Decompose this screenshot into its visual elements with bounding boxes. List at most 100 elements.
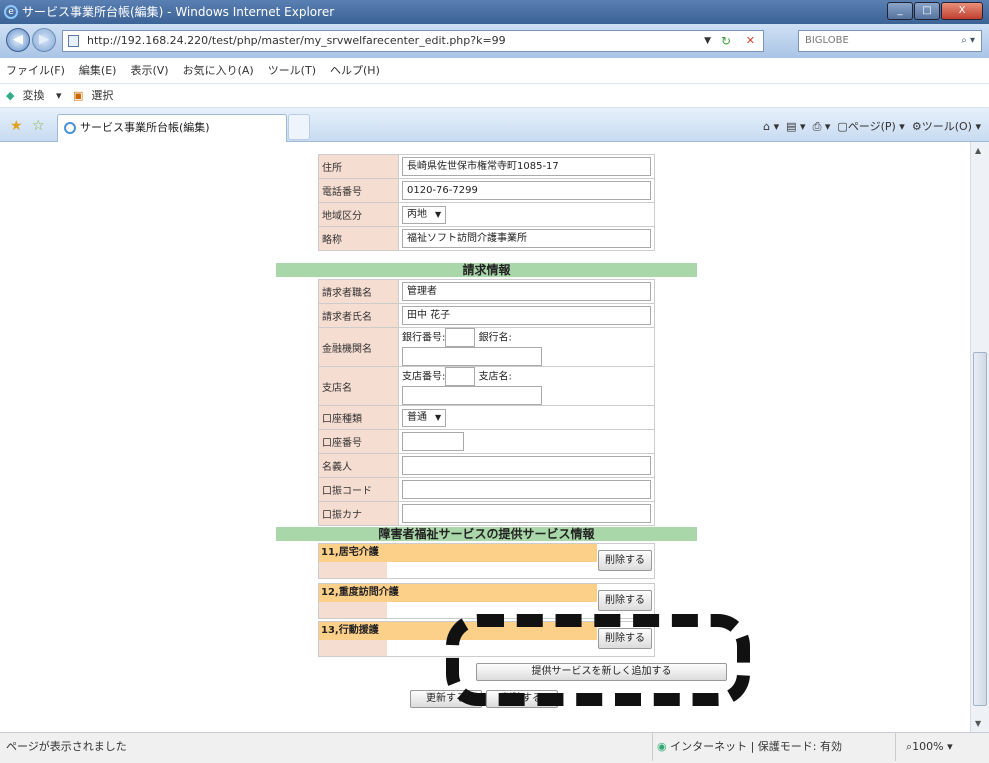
field-label: 略称 bbox=[318, 226, 399, 251]
status-text: ページが表示されました bbox=[6, 740, 127, 753]
tab-title: サービス事業所台帳(編集) bbox=[80, 121, 210, 134]
bank-name-field[interactable] bbox=[402, 347, 542, 366]
delete-service-button[interactable]: 削除する bbox=[598, 590, 652, 611]
branch-name-label: 支店名: bbox=[478, 371, 512, 383]
convert-button[interactable]: ◆ 変換 ▾ bbox=[6, 89, 62, 102]
tab-bar: ★ ☆ サービス事業所台帳(編集) ⌂ ▾ ▤ ▾ ⎙ ▾ ▢ページ(P) ▾ … bbox=[0, 108, 989, 142]
search-icon[interactable]: ⌕ ▾ bbox=[961, 31, 975, 51]
field-label: 金融機関名 bbox=[318, 327, 399, 367]
close-button[interactable]: X bbox=[941, 2, 983, 20]
menu-view[interactable]: 表示(V) bbox=[130, 58, 168, 83]
field-label: 支店名 bbox=[318, 366, 399, 406]
maximize-button[interactable]: □ bbox=[914, 2, 940, 20]
table-row: 住所 長崎県佐世保市権常寺町1085-17 bbox=[318, 154, 655, 179]
field-label: 口座種類 bbox=[318, 405, 399, 430]
select-button[interactable]: ▣ 選択 bbox=[73, 89, 121, 102]
scroll-thumb[interactable] bbox=[973, 352, 987, 706]
menu-file[interactable]: ファイル(F) bbox=[6, 58, 65, 83]
command-bar: ⌂ ▾ ▤ ▾ ⎙ ▾ ▢ページ(P) ▾ ⚙ツール(O) ▾ bbox=[763, 118, 981, 134]
zoom-level[interactable]: ⌕100% ▾ bbox=[895, 733, 953, 761]
page-icon bbox=[68, 35, 79, 47]
service-sub-cell bbox=[319, 562, 387, 578]
menu-bar: ファイル(F) 編集(E) 表示(V) お気に入り(A) ツール(T) ヘルプ(… bbox=[0, 58, 989, 84]
delete-service-button[interactable]: 削除する bbox=[598, 550, 652, 571]
billing-title-field[interactable]: 管理者 bbox=[402, 282, 651, 301]
stop-icon[interactable]: ✕ bbox=[746, 31, 755, 51]
address-field[interactable]: 長崎県佐世保市権常寺町1085-17 bbox=[402, 157, 651, 176]
short-name-field[interactable]: 福祉ソフト訪問介護事業所 bbox=[402, 229, 651, 248]
vertical-scrollbar[interactable]: ▲ ▼ bbox=[970, 142, 989, 732]
scroll-up-icon[interactable]: ▲ bbox=[975, 146, 981, 155]
menu-favorites[interactable]: お気に入り(A) bbox=[183, 58, 254, 83]
table-row: 請求者職名 管理者 bbox=[318, 279, 655, 304]
account-number-field[interactable] bbox=[402, 432, 464, 451]
field-label: 口振カナ bbox=[318, 501, 399, 526]
account-type-select[interactable]: 普通 ▼ bbox=[402, 408, 447, 427]
search-input[interactable]: BIGLOBE ⌕ ▾ bbox=[798, 30, 982, 52]
select-icon: ▣ bbox=[73, 89, 84, 102]
add-favorites-icon[interactable]: ☆ bbox=[32, 118, 45, 134]
field-label: 請求者氏名 bbox=[318, 303, 399, 328]
tab-current[interactable]: サービス事業所台帳(編集) bbox=[57, 114, 287, 142]
feeds-icon[interactable]: ▤ ▾ bbox=[786, 120, 805, 133]
chevron-down-icon: ▼ bbox=[435, 412, 442, 422]
billing-name-field[interactable]: 田中 花子 bbox=[402, 306, 651, 325]
table-row: 名義人 bbox=[318, 453, 655, 478]
forward-button[interactable]: ▶ bbox=[32, 28, 56, 52]
branch-code-label: 支店番号: bbox=[402, 371, 446, 383]
branch-name-field[interactable] bbox=[402, 386, 542, 405]
table-row: 略称 福祉ソフト訪問介護事業所 bbox=[318, 226, 655, 251]
scroll-down-icon[interactable]: ▼ bbox=[975, 719, 981, 728]
print-icon[interactable]: ⎙ ▾ bbox=[813, 120, 831, 133]
refresh-icon[interactable]: ↻ bbox=[721, 31, 731, 51]
address-toolbar: ◀ ▶ http://192.168.24.220/test/php/maste… bbox=[0, 24, 989, 58]
minimize-button[interactable]: _ bbox=[887, 2, 913, 20]
account-holder-field[interactable] bbox=[402, 456, 651, 475]
address-input[interactable]: http://192.168.24.220/test/php/master/my… bbox=[62, 30, 764, 52]
transfer-kana-field[interactable] bbox=[402, 504, 651, 523]
billing-table: 請求者職名 管理者 請求者氏名 田中 花子 金融機関名 銀行番号: 銀行名: 支… bbox=[318, 279, 655, 526]
phone-field[interactable]: 0120-76-7299 bbox=[402, 181, 651, 200]
service-name: 11,居宅介護 bbox=[319, 544, 597, 562]
bank-code-field[interactable] bbox=[445, 328, 476, 347]
new-tab-button[interactable] bbox=[288, 114, 310, 140]
field-label: 住所 bbox=[318, 154, 399, 179]
field-label: 口座番号 bbox=[318, 429, 399, 454]
home-icon[interactable]: ⌂ ▾ bbox=[763, 120, 779, 133]
region-select[interactable]: 丙地 ▼ bbox=[402, 205, 447, 224]
links-toolbar: ◆ 変換 ▾ ▣ 選択 bbox=[0, 84, 989, 108]
field-label: 請求者職名 bbox=[318, 279, 399, 304]
table-row: 口振コード bbox=[318, 477, 655, 502]
menu-edit[interactable]: 編集(E) bbox=[79, 58, 117, 83]
window-title: サービス事業所台帳(編集) - Windows Internet Explore… bbox=[22, 5, 335, 19]
favorites-star-icon[interactable]: ★ bbox=[10, 118, 23, 134]
services-section-title: 障害者福祉サービスの提供サービス情報 bbox=[276, 527, 697, 541]
table-row: 口振カナ bbox=[318, 501, 655, 526]
tab-ie-icon bbox=[64, 122, 76, 134]
field-label: 電話番号 bbox=[318, 178, 399, 203]
service-sub-cell bbox=[319, 640, 387, 656]
window-controls: _ □ X bbox=[887, 2, 983, 20]
service-item: 11,居宅介護 削除する bbox=[318, 543, 655, 579]
service-name: 12,重度訪問介護 bbox=[319, 584, 597, 602]
bank-name-label: 銀行名: bbox=[478, 332, 512, 344]
address-dropdown-icon[interactable]: ▼ bbox=[704, 31, 711, 51]
search-provider: BIGLOBE bbox=[805, 35, 849, 46]
ie-logo-icon: e bbox=[4, 5, 18, 19]
status-bar: ページが表示されました ◉ インターネット | 保護モード: 有効 ⌕100% … bbox=[0, 732, 989, 763]
menu-tools[interactable]: ツール(T) bbox=[268, 58, 316, 83]
field-label: 地域区分 bbox=[318, 202, 399, 227]
back-button[interactable]: ◀ bbox=[6, 28, 30, 52]
bank-code-label: 銀行番号: bbox=[402, 332, 446, 344]
table-row: 請求者氏名 田中 花子 bbox=[318, 303, 655, 328]
highlight-annotation bbox=[446, 614, 750, 706]
tools-menu[interactable]: ⚙ツール(O) ▾ bbox=[912, 120, 981, 133]
branch-code-field[interactable] bbox=[445, 367, 476, 386]
transfer-code-field[interactable] bbox=[402, 480, 651, 499]
page-menu[interactable]: ▢ページ(P) ▾ bbox=[837, 120, 904, 133]
menu-help[interactable]: ヘルプ(H) bbox=[330, 58, 380, 83]
table-row: 電話番号 0120-76-7299 bbox=[318, 178, 655, 203]
chevron-down-icon: ▼ bbox=[435, 209, 442, 219]
globe-icon: ◉ bbox=[657, 740, 667, 753]
billing-section-title: 請求情報 bbox=[276, 263, 697, 277]
